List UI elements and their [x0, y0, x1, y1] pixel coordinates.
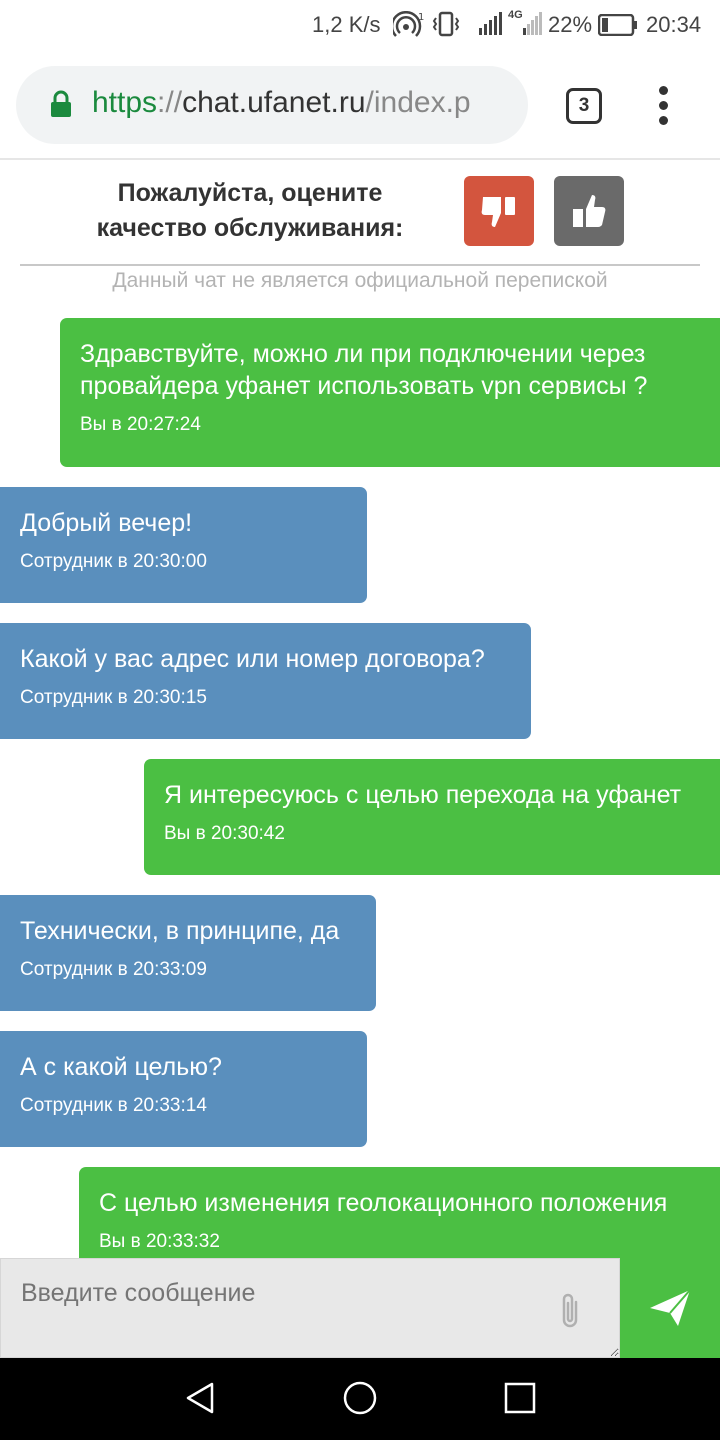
message-text: Я интересуюсь с целью перехода на уфанет: [164, 781, 682, 809]
svg-text:1: 1: [418, 12, 424, 23]
user-message: Я интересуюсь с целью перехода на уфанет…: [144, 759, 720, 875]
menu-icon[interactable]: [656, 86, 672, 128]
paperclip-icon[interactable]: [556, 1290, 584, 1337]
clock: 20:34: [646, 12, 702, 37]
network-type: 4G: [508, 9, 523, 21]
message-input[interactable]: [0, 1258, 620, 1358]
address-bar[interactable]: https://chat.ufanet.ru/index.p: [16, 66, 528, 144]
tabs-button[interactable]: 3: [566, 88, 602, 124]
battery-icon: [597, 13, 638, 41]
agent-message: А с какой целью? Сотрудник в 20:33:14: [0, 1031, 367, 1147]
message-meta: Сотрудник в 20:30:00: [20, 551, 207, 572]
agent-message: Добрый вечер! Сотрудник в 20:30:00: [0, 487, 367, 603]
recent-apps-icon[interactable]: [504, 1382, 536, 1419]
signal-icon: [478, 12, 504, 41]
rating-prompt-line2: качество обслуживания:: [96, 214, 404, 242]
send-icon: [650, 1289, 691, 1326]
url-text: https://chat.ufanet.ru/index.p: [92, 86, 471, 120]
thumbs-down-icon: [481, 197, 515, 227]
dislike-button[interactable]: [464, 176, 534, 246]
message-text: С целью изменения геолокационного положе…: [99, 1189, 668, 1217]
message-meta: Вы в 20:33:32: [99, 1231, 220, 1252]
user-message: С целью изменения геолокационного положе…: [79, 1167, 720, 1258]
message-text: А с какой целью?: [20, 1053, 222, 1081]
message-meta: Сотрудник в 20:30:15: [20, 687, 207, 708]
net-speed: 1,2 K/s: [312, 12, 381, 37]
chat-messages: Здравствуйте, можно ли при подключении ч…: [0, 292, 720, 1258]
lock-icon: [50, 90, 72, 123]
message-text: Какой у вас адрес или номер договора?: [20, 645, 485, 673]
url-scheme: https: [92, 86, 158, 119]
user-message: Здравствуйте, можно ли при подключении ч…: [60, 318, 720, 467]
input-bar: [0, 1258, 720, 1358]
disclaimer: Данный чат не является официальной переп…: [112, 269, 608, 292]
message-meta: Вы в 20:27:24: [80, 414, 201, 435]
message-text: Здравствуйте, можно ли при подключении ч…: [80, 340, 648, 400]
status-bar: 1,2 K/s 1 4G 22% 20:34: [0, 0, 720, 50]
divider: [20, 264, 700, 266]
agent-message: Какой у вас адрес или номер договора? Со…: [0, 623, 531, 739]
rating-prompt: Пожалуйста, оцените качество обслуживани…: [70, 176, 430, 246]
message-meta: Сотрудник в 20:33:09: [20, 959, 207, 980]
message-meta: Сотрудник в 20:33:14: [20, 1095, 207, 1116]
like-button[interactable]: [554, 176, 624, 246]
message-text: Технически, в принципе, да: [20, 917, 340, 945]
battery-percent: 22%: [548, 12, 593, 37]
rating-prompt-line1: Пожалуйста, оцените: [117, 179, 383, 207]
agent-message: Технически, в принципе, да Сотрудник в 2…: [0, 895, 376, 1011]
back-icon[interactable]: [182, 1380, 218, 1421]
vibrate-icon: [432, 11, 460, 42]
url-path: /index.p: [365, 86, 471, 119]
message-text: Добрый вечер!: [20, 509, 193, 537]
home-icon[interactable]: [342, 1380, 378, 1421]
browser-toolbar: https://chat.ufanet.ru/index.p 3: [0, 50, 720, 160]
rating-panel: Пожалуйста, оцените качество обслуживани…: [0, 162, 720, 262]
url-separator: ://: [157, 86, 183, 119]
message-meta: Вы в 20:30:42: [164, 823, 285, 844]
send-button[interactable]: [620, 1258, 720, 1358]
signal-icon: [522, 12, 544, 41]
navigation-bar: [0, 1358, 720, 1440]
hotspot-icon: 1: [390, 10, 427, 42]
url-host: chat.ufanet.ru: [182, 86, 366, 119]
thumbs-up-icon: [573, 195, 606, 227]
